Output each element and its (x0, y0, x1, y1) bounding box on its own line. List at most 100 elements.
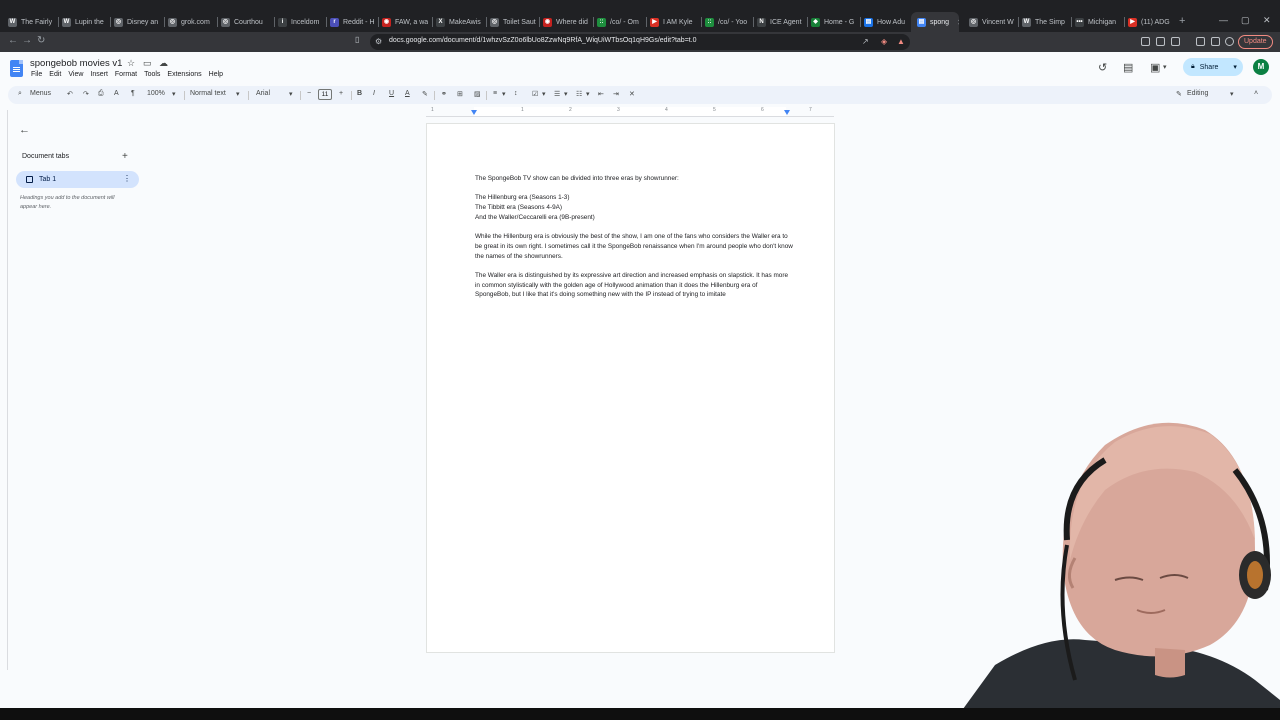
bulleted-list-icon[interactable]: ☰ (554, 90, 560, 98)
browser-tab[interactable]: i Inceldom (278, 14, 319, 30)
reload-icon[interactable]: ↻ (37, 35, 45, 46)
forward-icon[interactable]: → (22, 35, 32, 46)
chevron-down-icon[interactable]: ▾ (236, 90, 240, 98)
browser-tab[interactable]: ▶ I AM Kyle (650, 14, 693, 30)
insert-image-icon[interactable]: ▨ (474, 90, 481, 98)
browser-tab[interactable]: ◎ Toilet Saut (490, 14, 536, 30)
more-options-icon[interactable]: ⋮ (123, 174, 131, 183)
menu-item-insert[interactable]: Insert (90, 71, 108, 78)
highlight-icon[interactable]: ✎ (422, 90, 428, 98)
increase-indent-icon[interactable]: ⇥ (613, 90, 619, 98)
browser-tab[interactable]: ▤ spong ✕ (911, 12, 959, 32)
menu-item-help[interactable]: Help (209, 71, 223, 78)
zoom-select[interactable]: 100% (147, 90, 165, 97)
sidebar-item-tab-1[interactable]: Tab 1 ⋮ (16, 171, 139, 188)
style-select[interactable]: Normal text (190, 90, 226, 97)
browser-tab[interactable]: N ICE Agent (757, 14, 802, 30)
align-icon[interactable]: ≡ (493, 90, 497, 97)
star-icon[interactable]: ☆ (127, 58, 135, 69)
chevron-down-icon[interactable]: ▾ (586, 90, 590, 98)
undo-icon[interactable]: ↶ (67, 90, 73, 98)
address-bar[interactable]: ⚙ docs.google.com/document/d/1whzvSzZ0o6… (370, 34, 910, 50)
back-arrow-icon[interactable]: ← (19, 124, 30, 136)
new-tab-icon[interactable]: + (1179, 15, 1185, 27)
chevron-down-icon[interactable]: ▾ (172, 90, 176, 98)
text-color-icon[interactable]: A (405, 90, 410, 97)
version-history-icon[interactable]: ↺ (1098, 61, 1107, 74)
bookmark-icon[interactable]: ▯ (355, 35, 359, 44)
menu-item-extensions[interactable]: Extensions (167, 71, 201, 78)
avatar[interactable]: M (1253, 59, 1269, 75)
browser-tab[interactable]: ••• Michigan (1075, 14, 1116, 30)
chevron-down-icon[interactable]: ▾ (1163, 63, 1167, 71)
browser-tab[interactable]: ◉ FAW, a wa (382, 14, 428, 30)
browser-tab[interactable]: W Lupin the (62, 14, 104, 30)
add-tab-icon[interactable]: + (122, 151, 128, 162)
share-page-icon[interactable]: ↗ (862, 37, 869, 46)
print-icon[interactable]: ⎙ (98, 90, 104, 98)
browser-tab[interactable]: r Reddit - H (330, 14, 375, 30)
tab-search-icon[interactable] (1196, 37, 1205, 46)
browser-tab[interactable]: ▶ (11) ADG (1128, 14, 1170, 30)
menu-item-file[interactable]: File (31, 71, 42, 78)
chevron-down-icon[interactable]: ▾ (502, 90, 506, 98)
browser-tab[interactable]: ◎ grok.com (168, 14, 210, 30)
comments-icon[interactable]: ▤ (1123, 61, 1133, 74)
cloud-status-icon[interactable]: ☁ (159, 58, 168, 69)
search-menus-icon[interactable]: ⌕ (18, 90, 22, 98)
chevron-down-icon[interactable]: ▾ (289, 90, 293, 98)
decrease-indent-icon[interactable]: ⇤ (598, 90, 604, 98)
rewards-icon[interactable]: ▲ (897, 37, 905, 46)
download-icon[interactable] (1211, 37, 1220, 46)
increase-font-size-icon[interactable]: + (339, 90, 343, 97)
browser-tab[interactable]: X MakeAwis (436, 14, 481, 30)
browser-tab[interactable]: ◎ Courthou (221, 14, 263, 30)
link-icon[interactable]: ⚭ (441, 90, 447, 98)
font-select[interactable]: Arial (256, 90, 270, 97)
right-indent-marker[interactable] (784, 110, 790, 115)
close-tab-icon[interactable]: ✕ (957, 18, 959, 27)
browser-tab[interactable]: ◎ Disney an (114, 14, 158, 30)
browser-tab[interactable]: ::/co/ - Om (597, 14, 639, 30)
browser-tab[interactable]: ◆ Home - G (811, 14, 854, 30)
back-icon[interactable]: ← (8, 35, 18, 46)
line-spacing-icon[interactable]: ↕ (514, 90, 518, 97)
share-button[interactable]: 🔒︎ Share ▾ (1183, 58, 1243, 76)
spellcheck-icon[interactable]: A (114, 90, 119, 97)
paint-format-icon[interactable]: ¶ (131, 90, 135, 97)
add-comment-icon[interactable]: ⊞ (457, 90, 463, 98)
browser-tab[interactable]: ▤ How Adu (864, 14, 905, 30)
browser-tab[interactable]: W The Fairly (8, 14, 52, 30)
document-body[interactable]: The SpongeBob TV show can be divided int… (475, 174, 793, 300)
maximize-icon[interactable]: ▢ (1241, 15, 1250, 26)
minimize-icon[interactable]: — (1219, 15, 1228, 25)
extension-icon[interactable] (1141, 37, 1150, 46)
bold-icon[interactable]: B (357, 90, 362, 97)
checklist-icon[interactable]: ☑ (532, 90, 538, 98)
sidebar-icon[interactable] (1171, 37, 1180, 46)
chevron-down-icon[interactable]: ▾ (542, 90, 546, 98)
site-info-icon[interactable]: ⚙ (375, 37, 382, 46)
chevron-down-icon[interactable]: ▾ (1230, 90, 1234, 98)
menu-item-edit[interactable]: Edit (49, 71, 61, 78)
decrease-font-size-icon[interactable]: − (307, 90, 311, 97)
redo-icon[interactable]: ↷ (83, 90, 89, 98)
close-window-icon[interactable]: ✕ (1263, 15, 1271, 26)
edit-mode-icon[interactable]: ✎ (1176, 90, 1182, 98)
chevron-down-icon[interactable]: ▾ (564, 90, 568, 98)
vertical-ruler[interactable] (0, 110, 8, 670)
extensions-puzzle-icon[interactable] (1156, 37, 1165, 46)
editing-mode-select[interactable]: Editing (1187, 90, 1208, 97)
update-button[interactable]: Update (1238, 35, 1273, 49)
menus-search-label[interactable]: Menus (30, 90, 51, 97)
left-indent-marker[interactable] (471, 110, 477, 115)
browser-tab[interactable]: W The Simp (1022, 14, 1065, 30)
document-title[interactable]: spongebob movies v1 (30, 58, 122, 69)
move-folder-icon[interactable]: ▭ (143, 58, 152, 69)
browser-tab[interactable]: ::/co/ - Yoo (705, 14, 747, 30)
clear-formatting-icon[interactable]: ✕ (629, 90, 635, 98)
menu-item-format[interactable]: Format (115, 71, 137, 78)
document-page[interactable]: The SpongeBob TV show can be divided int… (426, 123, 835, 653)
italic-icon[interactable]: I (373, 90, 375, 97)
collapse-toolbar-icon[interactable]: ˄ (1254, 90, 1258, 97)
